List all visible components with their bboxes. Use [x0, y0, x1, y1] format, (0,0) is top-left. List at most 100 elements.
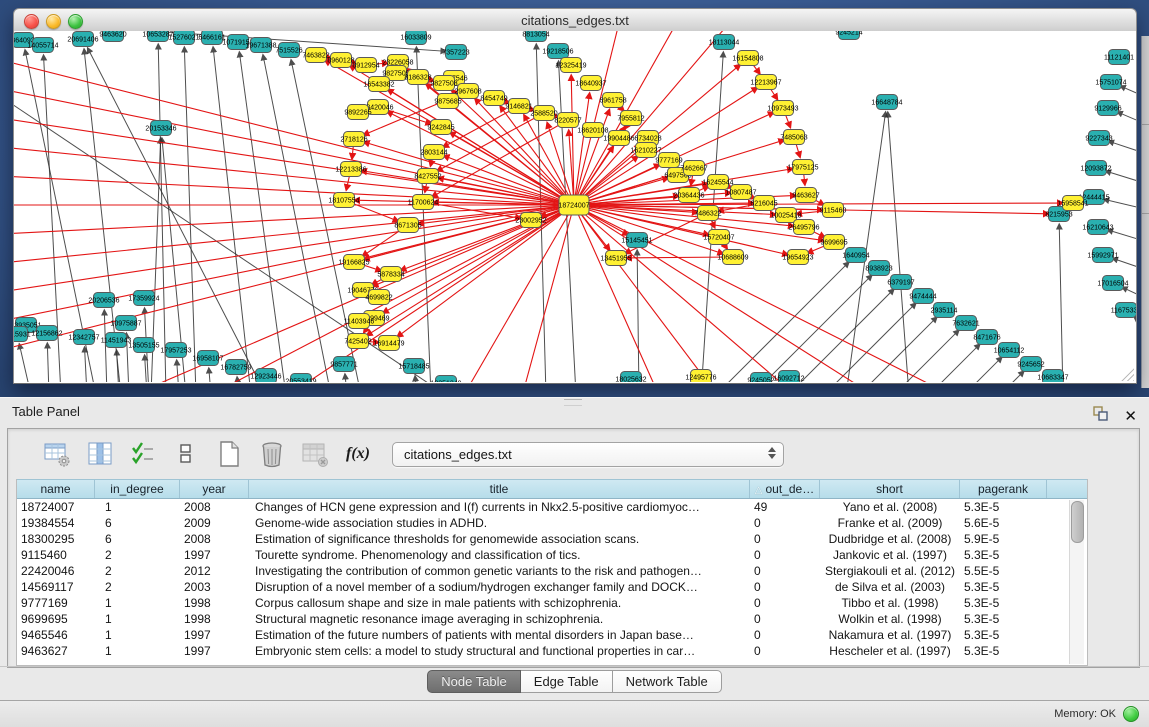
graph-edge[interactable]	[461, 205, 574, 382]
graph-node[interactable]: 8671305	[394, 218, 421, 233]
graph-node[interactable]: 15145451	[621, 233, 652, 248]
graph-node[interactable]: 7357223	[442, 45, 469, 60]
graph-edge[interactable]	[1059, 224, 1063, 382]
graph-node[interactable]: 9115460	[820, 203, 847, 218]
graph-edge[interactable]	[1106, 171, 1136, 182]
graph-node[interactable]: 9857771	[330, 357, 357, 372]
table-mode-icon[interactable]	[42, 439, 72, 469]
graph-node[interactable]: 6379197	[887, 275, 914, 290]
graph-node[interactable]: 9463627	[792, 188, 819, 203]
graph-node[interactable]: 9699695	[820, 235, 847, 250]
graph-node[interactable]: 12495776	[685, 370, 716, 383]
column-header-in_degree[interactable]: in_degree	[95, 480, 180, 498]
graph-edge[interactable]	[263, 55, 331, 382]
graph-node[interactable]: 16648784	[871, 95, 902, 110]
graph-node[interactable]: 7425402	[344, 334, 371, 349]
graph-node[interactable]: 1640954	[842, 248, 869, 263]
graph-edge[interactable]	[443, 156, 574, 205]
graph-node[interactable]: 7485063	[780, 130, 807, 145]
tab-edge-table[interactable]: Edge Table	[521, 670, 613, 693]
graph-node[interactable]: 15720407	[703, 230, 734, 245]
graph-node[interactable]: 6961758	[599, 93, 626, 108]
graph-node[interactable]: 12213386	[335, 162, 366, 177]
column-header-short[interactable]: short	[820, 480, 960, 498]
delete-column-trash-icon[interactable]	[257, 439, 287, 469]
graph-node[interactable]: 16914479	[373, 336, 404, 351]
table-row[interactable]: 969969511998Structural magnetic resonanc…	[17, 611, 1087, 627]
graph-node[interactable]: 10683347	[1037, 370, 1068, 383]
graph-node[interactable]: 16092712	[773, 371, 804, 383]
table-selector-dropdown[interactable]: citations_edges.txt	[392, 442, 784, 467]
graph-node[interactable]: 16958107	[192, 351, 223, 366]
graph-edge[interactable]	[574, 93, 590, 205]
graph-node[interactable]: 9227343	[1085, 131, 1112, 146]
graph-node[interactable]: 10975887	[110, 316, 141, 331]
graph-node[interactable]: 9777169	[655, 153, 682, 168]
graph-edge[interactable]	[574, 205, 961, 382]
graph-edge[interactable]	[14, 205, 574, 355]
graph-node[interactable]: 9146821	[505, 99, 532, 114]
graph-edge[interactable]	[415, 376, 417, 382]
table-row[interactable]: 1872400712008Changes of HCN gene express…	[17, 499, 1087, 515]
graph-node[interactable]: 19654923	[782, 250, 813, 265]
vertical-scrollbar[interactable]	[1069, 500, 1084, 664]
graph-node[interactable]: 13505155	[128, 338, 159, 353]
graph-node[interactable]: 15276021	[168, 31, 199, 45]
graph-edge[interactable]	[788, 289, 894, 382]
graph-node[interactable]: 10654112	[994, 343, 1025, 358]
graph-node[interactable]: 8938923	[865, 261, 892, 276]
graph-node[interactable]: 16210643	[1082, 220, 1113, 235]
graph-node[interactable]: 18251349	[430, 376, 461, 383]
graph-edge[interactable]	[1120, 86, 1136, 95]
graph-edge[interactable]	[184, 47, 196, 382]
graph-node[interactable]: 12923446	[250, 369, 281, 383]
graph-node[interactable]: 7462667	[680, 161, 707, 176]
graph-node[interactable]: 9245214	[835, 31, 862, 40]
delete-table-icon[interactable]	[300, 439, 330, 469]
graph-node[interactable]: 15718485	[398, 359, 429, 374]
table-row[interactable]: 946362711997Embryonic stem cells: a mode…	[17, 643, 1087, 659]
graph-edge[interactable]	[559, 61, 576, 382]
column-header-out_de[interactable]: △out_de…	[750, 480, 820, 498]
row-selection-icon[interactable]	[128, 439, 158, 469]
graph-edge[interactable]	[521, 205, 574, 382]
graph-edge[interactable]	[19, 344, 31, 382]
graph-node[interactable]: 16154808	[732, 51, 763, 66]
graph-node[interactable]: 18724007	[558, 195, 589, 215]
splitter-handle[interactable]	[564, 399, 582, 406]
graph-node[interactable]: 9245052	[747, 373, 774, 383]
graph-node[interactable]: 5878334	[377, 267, 404, 282]
graph-node[interactable]: 18025632	[615, 372, 646, 383]
graph-node[interactable]: 7486322	[694, 206, 721, 221]
graph-edge[interactable]	[964, 357, 1002, 382]
graph-node[interactable]: 16033809	[400, 31, 431, 45]
tab-network-table[interactable]: Network Table	[613, 670, 722, 693]
graph-edge[interactable]	[1112, 258, 1136, 268]
graph-edge[interactable]	[47, 343, 49, 382]
graph-edge[interactable]	[574, 205, 721, 382]
graph-node[interactable]: 8813054	[522, 31, 549, 42]
graph-edge[interactable]	[400, 205, 574, 270]
graph-node[interactable]: 7463822	[302, 48, 329, 63]
graph-node[interactable]: 11121401	[1104, 50, 1134, 65]
table-row[interactable]: 946554611997Estimation of the future num…	[17, 627, 1087, 643]
graph-node[interactable]: 8220577	[554, 113, 581, 128]
graph-node[interactable]: 20206536	[88, 293, 119, 308]
graph-edge[interactable]	[209, 368, 211, 382]
graph-node[interactable]: 2803144	[420, 145, 447, 160]
graph-node[interactable]: 10688609	[717, 250, 748, 265]
network-window-titlebar[interactable]: citations_edges.txt	[13, 8, 1137, 33]
table-row[interactable]: 977716911998Corpus callosum shape and si…	[17, 595, 1087, 611]
graph-edge[interactable]	[1108, 141, 1136, 152]
function-builder-icon[interactable]: f(x)	[343, 439, 373, 469]
graph-node[interactable]: 9129966	[1094, 101, 1121, 116]
graph-edge[interactable]	[158, 44, 166, 382]
graph-edge[interactable]	[888, 112, 909, 382]
graph-edge[interactable]	[1117, 112, 1136, 122]
graph-node[interactable]: 9474444	[909, 289, 936, 304]
graph-edge[interactable]	[859, 317, 937, 382]
graph-node[interactable]: 8427552	[414, 169, 441, 184]
graph-node[interactable]: 9875685	[434, 94, 461, 109]
graph-edge[interactable]	[177, 360, 179, 382]
table-row[interactable]: 1830029562008Estimation of significance …	[17, 531, 1087, 547]
